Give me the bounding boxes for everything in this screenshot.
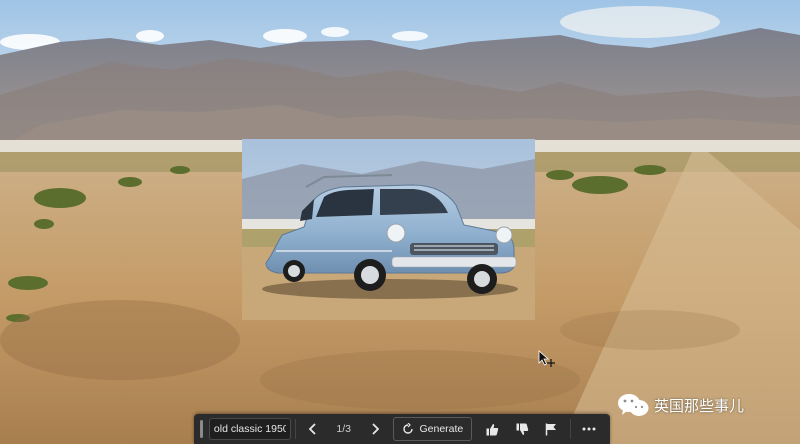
watermark-text: 英国那些事儿 [654,397,745,415]
generate-label: Generate [419,423,464,435]
thumbs-down-button[interactable] [507,414,536,444]
previous-variation-button[interactable] [300,414,325,444]
move-cursor-icon [538,350,555,367]
photo-canvas[interactable]: 英国那些事儿 [0,0,800,444]
thumbs-up-icon [486,423,499,435]
variation-counter: 1/3 [336,423,351,435]
taskbar-divider [294,419,296,439]
generate-button[interactable]: Generate [393,417,473,441]
next-variation-button[interactable] [362,414,387,444]
chevron-left-icon [308,423,316,435]
more-horizontal-icon [582,427,596,431]
chevron-right-icon [372,423,380,435]
more-options-button[interactable] [575,414,604,444]
flag-icon [545,423,557,435]
generated-car-image [242,139,535,320]
taskbar-divider [569,419,571,439]
report-flag-button[interactable] [537,414,566,444]
prompt-input[interactable] [208,418,291,440]
thumbs-down-icon [516,423,528,435]
refresh-sparkle-icon [403,423,414,434]
wechat-logo-icon [618,394,649,416]
generated-car-layer[interactable] [242,139,535,320]
thumbs-up-button[interactable] [478,414,507,444]
taskbar-drag-handle[interactable] [200,420,203,438]
contextual-taskbar: 1/3 Generate [194,414,610,444]
watermark: 英国那些事儿 [617,392,744,418]
